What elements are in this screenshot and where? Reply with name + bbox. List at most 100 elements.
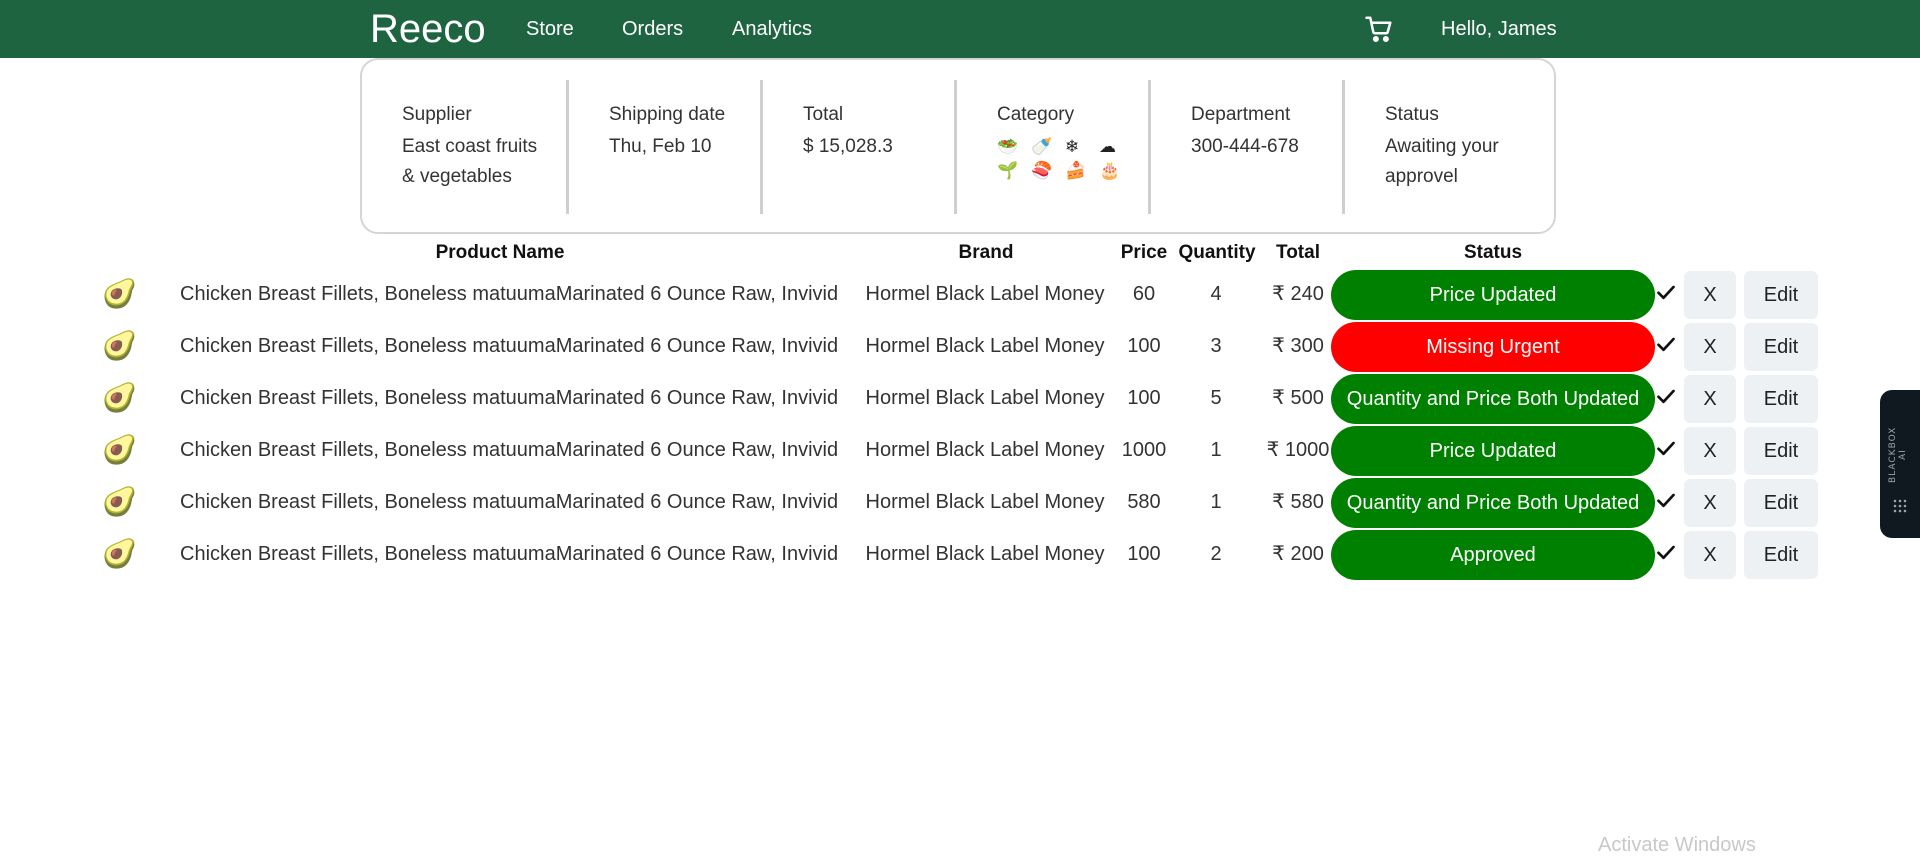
edit-button[interactable]: Edit (1744, 375, 1818, 423)
avocado-icon: 🥑 (102, 382, 137, 413)
summary-shipping-date: Shipping date Thu, Feb 10 (566, 80, 760, 214)
category-label: Category (997, 104, 1075, 125)
blackbox-ai-widget[interactable]: BLACKBOX AI (1880, 390, 1920, 538)
table-row: 🥑 Chicken Breast Fillets, Boneless matuu… (0, 424, 1920, 476)
edit-button[interactable]: Edit (1744, 323, 1818, 371)
brand-name: Hormel Black Label Money (865, 387, 1105, 409)
reject-button[interactable]: X (1684, 479, 1736, 527)
total-value: ₹ 240 (1272, 283, 1324, 305)
brand-name: Hormel Black Label Money (865, 439, 1105, 461)
approve-check-icon[interactable] (1656, 542, 1676, 562)
edit-button[interactable]: Edit (1744, 531, 1818, 579)
approve-check-icon[interactable] (1656, 490, 1676, 510)
reject-button[interactable]: X (1684, 375, 1736, 423)
table-row: 🥑 Chicken Breast Fillets, Boneless matuu… (0, 372, 1920, 424)
header-product-name: Product Name (435, 242, 565, 263)
brand-logo[interactable]: Reeco (370, 6, 486, 52)
summary-total: Total $ 15,028.3 (760, 80, 954, 214)
birthday-cake-icon: 🎂 (1099, 161, 1121, 180)
header-brand: Brand (958, 242, 1014, 263)
brand-name: Hormel Black Label Money (865, 491, 1105, 513)
cake-slice-icon: 🍰 (1065, 161, 1087, 180)
quantity-value: 1 (1210, 439, 1222, 461)
status-badge: Quantity and Price Both Updated (1331, 374, 1655, 424)
top-navbar: Reeco Store Orders Analytics Hello, Jame… (0, 0, 1920, 58)
brand-name: Hormel Black Label Money (865, 543, 1105, 565)
table-row: 🥑 Chicken Breast Fillets, Boneless matuu… (0, 268, 1920, 320)
status-badge: Missing Urgent (1331, 322, 1655, 372)
reject-button[interactable]: X (1684, 427, 1736, 475)
table-row: 🥑 Chicken Breast Fillets, Boneless matuu… (0, 320, 1920, 372)
quantity-value: 4 (1210, 283, 1222, 305)
price-value: 100 (1127, 543, 1161, 565)
product-name: Chicken Breast Fillets, Boneless matuuma… (180, 439, 839, 461)
sushi-icon: 🍣 (1031, 161, 1053, 180)
reject-button[interactable]: X (1684, 323, 1736, 371)
status-value: Awaiting your approvel (1385, 136, 1499, 187)
shipping-date-label: Shipping date (609, 104, 726, 125)
price-value: 100 (1127, 335, 1161, 357)
nav-link-analytics[interactable]: Analytics (732, 17, 812, 41)
price-value: 1000 (1121, 439, 1167, 461)
summary-supplier: Supplier East coast fruits & vegetables (362, 80, 556, 214)
product-name: Chicken Breast Fillets, Boneless matuuma… (180, 283, 839, 305)
supplier-label: Supplier (402, 104, 472, 125)
product-name: Chicken Breast Fillets, Boneless matuuma… (180, 335, 839, 357)
price-value: 580 (1127, 491, 1161, 513)
category-icons: 🥗 🍼 ❄ ☁ 🌱 🍣 🍰 🎂 (997, 136, 1148, 184)
approve-check-icon[interactable] (1656, 282, 1676, 302)
blackbox-logo-icon (1893, 499, 1907, 513)
edit-button[interactable]: Edit (1744, 479, 1818, 527)
nav-link-orders[interactable]: Orders (622, 17, 683, 41)
total-value: $ 15,028.3 (803, 136, 893, 157)
total-value: ₹ 500 (1272, 387, 1324, 409)
total-value: ₹ 200 (1272, 543, 1324, 565)
quantity-value: 3 (1210, 335, 1222, 357)
user-greeting[interactable]: Hello, James (1441, 17, 1557, 41)
quantity-value: 1 (1210, 491, 1222, 513)
quantity-value: 2 (1210, 543, 1222, 565)
summary-status: Status Awaiting your approvel (1342, 80, 1536, 214)
approve-check-icon[interactable] (1656, 386, 1676, 406)
approve-check-icon[interactable] (1656, 334, 1676, 354)
salad-icon: 🥗 (997, 137, 1019, 156)
brand-name: Hormel Black Label Money (865, 283, 1105, 305)
status-label: Status (1385, 104, 1439, 125)
supplier-value: East coast fruits & vegetables (402, 136, 538, 187)
total-value: ₹ 1000 (1266, 439, 1330, 461)
activate-windows-watermark: Activate Windows (1598, 834, 1756, 856)
header-price: Price (1120, 242, 1168, 263)
department-value: 300-444-678 (1191, 136, 1299, 157)
total-value: ₹ 580 (1272, 491, 1324, 513)
cloud-icon: ☁ (1099, 137, 1116, 156)
reject-button[interactable]: X (1684, 271, 1736, 319)
edit-button[interactable]: Edit (1744, 427, 1818, 475)
avocado-icon: 🥑 (102, 538, 137, 569)
edit-button[interactable]: Edit (1744, 271, 1818, 319)
header-status: Status (1463, 242, 1523, 263)
product-name: Chicken Breast Fillets, Boneless matuuma… (180, 387, 839, 409)
sprout-icon: 🌱 (997, 161, 1019, 180)
price-value: 100 (1127, 387, 1161, 409)
product-name: Chicken Breast Fillets, Boneless matuuma… (180, 543, 839, 565)
status-badge: Approved (1331, 530, 1655, 580)
avocado-icon: 🥑 (102, 434, 137, 465)
header-total: Total (1276, 242, 1320, 263)
header-quantity: Quantity (1178, 242, 1256, 263)
reject-button[interactable]: X (1684, 531, 1736, 579)
approve-check-icon[interactable] (1656, 438, 1676, 458)
nav-link-store[interactable]: Store (526, 17, 574, 41)
quantity-value: 5 (1210, 387, 1222, 409)
shipping-date-value: Thu, Feb 10 (609, 136, 712, 157)
cart-icon[interactable] (1364, 14, 1394, 44)
avocado-icon: 🥑 (102, 278, 137, 309)
avocado-icon: 🥑 (102, 486, 137, 517)
order-summary-card: Supplier East coast fruits & vegetables … (360, 58, 1556, 234)
blackbox-ai-label: BLACKBOX AI (1888, 426, 1908, 484)
status-badge: Price Updated (1331, 270, 1655, 320)
summary-department: Department 300-444-678 (1148, 80, 1342, 214)
snowflake-icon: ❄ (1065, 137, 1080, 156)
price-value: 60 (1132, 283, 1156, 305)
status-badge: Price Updated (1331, 426, 1655, 476)
table-row: 🥑 Chicken Breast Fillets, Boneless matuu… (0, 476, 1920, 528)
